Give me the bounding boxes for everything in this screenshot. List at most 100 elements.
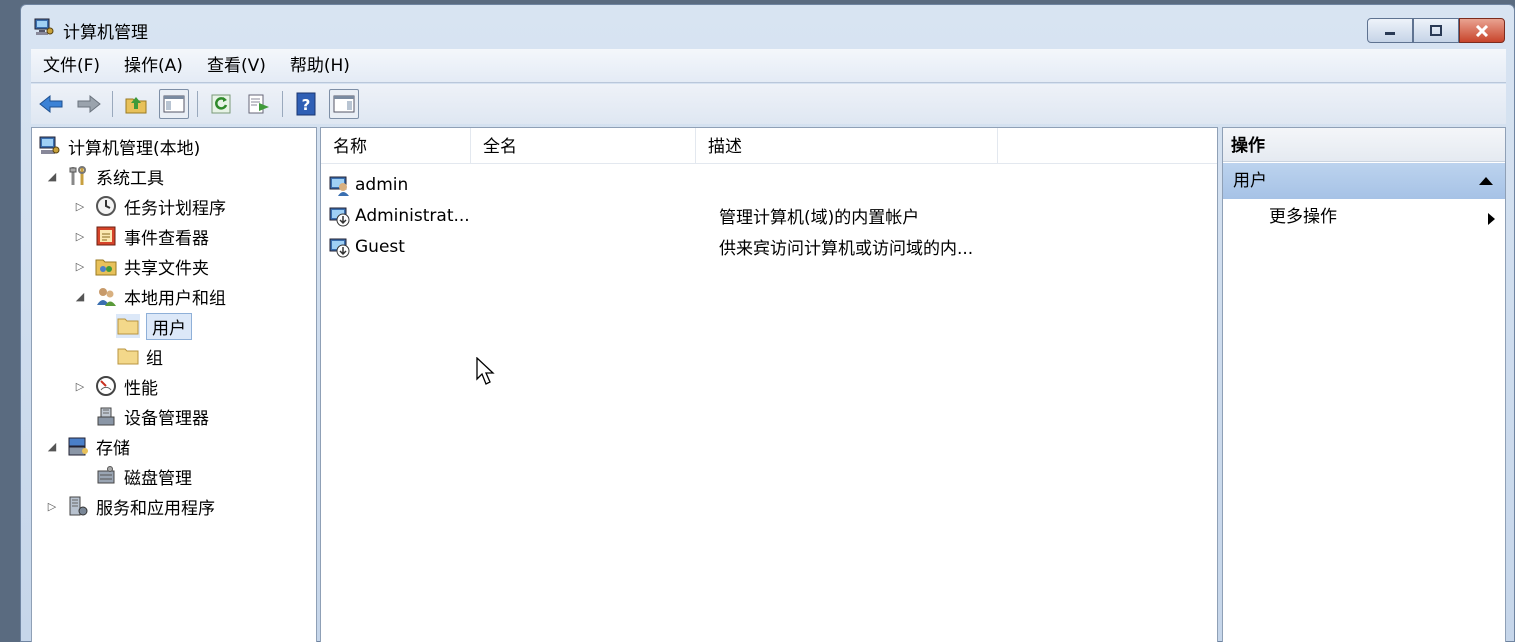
menu-action[interactable]: 操作(A): [112, 49, 195, 83]
actions-pane-title: 操作: [1223, 128, 1505, 162]
show-hide-action-pane-button[interactable]: [329, 89, 359, 119]
tree-item-users[interactable]: 用户: [116, 312, 192, 340]
performance-icon: [94, 374, 118, 398]
user-description: 供来宾访问计算机或访问域的内...: [719, 239, 974, 259]
up-level-button[interactable]: [121, 89, 151, 119]
help-icon: ?: [296, 92, 316, 116]
tree-item-label: 用户: [146, 312, 192, 340]
menu-file[interactable]: 文件(F): [31, 49, 112, 83]
maximize-icon: [1430, 24, 1442, 36]
user-name: Guest: [355, 236, 405, 257]
tree-item-label: 服务和应用程序: [96, 498, 215, 519]
back-arrow-icon: [39, 94, 63, 114]
window-title: 计算机管理: [63, 23, 148, 43]
table-row[interactable]: Guest 供来宾访问计算机或访问域的内...: [321, 231, 1217, 262]
shared-folder-icon: [94, 254, 118, 278]
menu-help[interactable]: 帮助(H): [278, 49, 362, 83]
toolbar-separator: [282, 91, 283, 117]
disabled-user-icon: [329, 236, 351, 258]
menu-bar: 文件(F) 操作(A) 查看(V) 帮助(H): [31, 49, 1506, 83]
menu-view[interactable]: 查看(V): [195, 49, 278, 83]
help-button[interactable]: ?: [291, 89, 321, 119]
actions-section-label: 用户: [1233, 171, 1267, 191]
title-bar[interactable]: 计算机管理: [21, 5, 1514, 47]
toolbar-separator: [197, 91, 198, 117]
tree-item-label: 性能: [124, 378, 158, 399]
tree-item-shared-folders[interactable]: ▷ 共享文件夹: [72, 252, 209, 280]
event-viewer-icon: [94, 224, 118, 248]
tree-item-label: 组: [146, 348, 163, 369]
expand-arrow-icon[interactable]: ▷: [72, 200, 88, 213]
maximize-button[interactable]: [1413, 18, 1459, 43]
table-row[interactable]: Administrat... 管理计算机(域)的内置帐户: [321, 200, 1217, 231]
submenu-arrow-icon: [1488, 213, 1495, 225]
tree-item-task-scheduler[interactable]: ▷ 任务计划程序: [72, 192, 226, 220]
toolbar-separator: [112, 91, 113, 117]
computer-management-window: 计算机管理 文件(F) 操作(A) 查看(V) 帮助(H) ? 计算机管理(本地…: [20, 4, 1515, 642]
tree-item-device-manager[interactable]: 设备管理器: [94, 402, 209, 430]
folder-icon: [116, 314, 140, 338]
tree-item-label: 磁盘管理: [124, 468, 192, 489]
tree-item-local-users-groups[interactable]: ◢ 本地用户和组: [72, 282, 226, 310]
minimize-button[interactable]: [1367, 18, 1413, 43]
user-description: 管理计算机(域)的内置帐户: [719, 208, 920, 228]
tree-item-label: 事件查看器: [124, 228, 209, 249]
export-list-icon: [248, 94, 269, 114]
folder-up-icon: [125, 97, 147, 114]
close-icon: [1475, 24, 1489, 37]
show-hide-console-tree-button[interactable]: [159, 89, 189, 119]
tree-item-root[interactable]: 计算机管理(本地): [38, 132, 200, 160]
disabled-user-icon: [329, 205, 351, 227]
svg-text:?: ?: [302, 96, 311, 114]
column-header-description[interactable]: 描述: [696, 128, 998, 164]
expand-arrow-icon[interactable]: ▷: [72, 230, 88, 243]
tree-item-event-viewer[interactable]: ▷ 事件查看器: [72, 222, 209, 250]
services-icon: [66, 494, 90, 518]
action-pane-icon: [333, 95, 355, 113]
computer-management-icon: [34, 18, 54, 36]
user-name: Administrat...: [355, 205, 470, 226]
storage-icon: [66, 434, 90, 458]
table-row[interactable]: admin: [321, 169, 1217, 200]
expand-arrow-icon[interactable]: ▷: [72, 260, 88, 273]
forward-arrow-icon: [77, 94, 101, 114]
tree-item-groups[interactable]: 组: [116, 342, 163, 370]
more-actions-item[interactable]: 更多操作: [1269, 202, 1499, 232]
window-controls: [1367, 18, 1505, 43]
back-button[interactable]: [36, 89, 66, 119]
column-header-fullname[interactable]: 全名: [471, 128, 696, 164]
close-button[interactable]: [1459, 18, 1505, 43]
expand-arrow-icon[interactable]: ▷: [72, 380, 88, 393]
refresh-icon: [211, 94, 231, 114]
tree-item-storage[interactable]: ◢ 存储: [44, 432, 130, 460]
tree-item-performance[interactable]: ▷ 性能: [72, 372, 158, 400]
tree-item-label: 任务计划程序: [124, 198, 226, 219]
actions-section-users[interactable]: 用户: [1223, 163, 1505, 199]
tree-item-system-tools[interactable]: ◢ 系统工具: [44, 162, 164, 190]
refresh-button[interactable]: [206, 89, 236, 119]
tree-item-label: 共享文件夹: [124, 258, 209, 279]
expand-arrow-icon[interactable]: ▷: [44, 500, 60, 513]
actions-pane: 操作 用户 更多操作: [1222, 127, 1506, 642]
clock-icon: [94, 194, 118, 218]
main-content: 计算机管理(本地) ◢ 系统工具 ▷ 任务计划程序 ▷ 事件查看器 ▷ 共享文件…: [31, 127, 1506, 642]
user-icon: [329, 174, 351, 196]
user-list-pane: 名称 全名 描述 admin Administrat... 管理计算机(域)的内…: [320, 127, 1218, 642]
collapse-arrow-icon[interactable]: ◢: [44, 170, 60, 183]
tools-icon: [66, 164, 90, 188]
list-header: 名称 全名 描述: [321, 128, 1217, 164]
toolbar: ?: [31, 84, 1506, 124]
tree-item-label: 计算机管理(本地): [68, 138, 201, 159]
forward-button[interactable]: [74, 89, 104, 119]
collapse-arrow-icon[interactable]: ◢: [44, 440, 60, 453]
column-header-name[interactable]: 名称: [321, 128, 471, 164]
collapse-up-icon[interactable]: [1479, 177, 1493, 185]
tree-item-disk-management[interactable]: 磁盘管理: [94, 462, 192, 490]
tree-item-services-apps[interactable]: ▷ 服务和应用程序: [44, 492, 215, 520]
user-name: admin: [355, 174, 409, 195]
console-tree-icon: [163, 95, 185, 113]
tree-item-label: 设备管理器: [124, 408, 209, 429]
collapse-arrow-icon[interactable]: ◢: [72, 290, 88, 303]
export-list-button[interactable]: [244, 89, 274, 119]
folder-icon: [116, 344, 140, 368]
